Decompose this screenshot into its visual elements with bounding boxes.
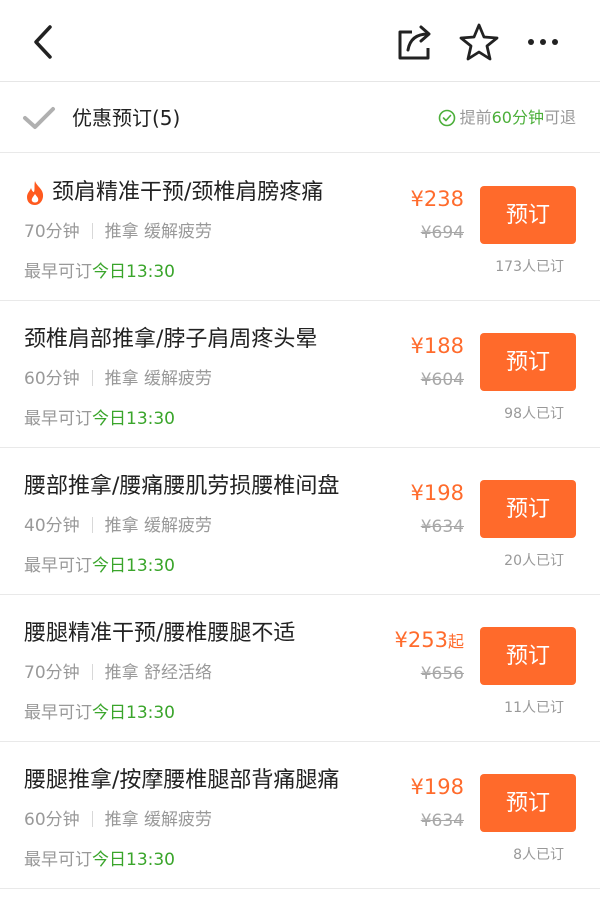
check-icon	[23, 107, 55, 129]
earliest-booking: 最早可订今日13:30	[24, 552, 175, 580]
meta-divider	[91, 517, 93, 533]
service-title-text: 颈椎肩部推拿/脖子肩周疼头晕	[24, 327, 318, 352]
service-title: 颈肩精准干预/颈椎肩膀疼痛	[24, 176, 323, 210]
service-meta: 70分钟 推拿 舒经活络	[24, 659, 212, 687]
top-navbar	[0, 0, 600, 82]
service-tags: 推拿 缓解疲劳	[104, 369, 213, 389]
current-price: ¥253起	[395, 625, 464, 657]
book-button[interactable]: 预订	[480, 627, 576, 685]
service-item[interactable]: 颈椎肩部推拿/脖子肩周疼头晕 60分钟 推拿 缓解疲劳 最早可订今日13:30 ¥…	[0, 301, 600, 448]
original-price: ¥604	[420, 370, 464, 390]
earliest-label: 最早可订	[24, 409, 92, 429]
service-title: 腰腿推拿/按摩腰椎腿部背痛腿痛	[24, 764, 339, 798]
service-title: 腰部推拿/腰痛腰肌劳损腰椎间盘	[24, 470, 339, 504]
book-button[interactable]: 预订	[480, 480, 576, 538]
more-dots-icon	[528, 39, 558, 45]
service-tags: 推拿 舒经活络	[104, 663, 213, 683]
book-button[interactable]: 预订	[480, 186, 576, 244]
service-tags: 推拿 缓解疲劳	[104, 516, 213, 536]
service-tags: 推拿 缓解疲劳	[104, 810, 213, 830]
original-price: ¥634	[420, 517, 464, 537]
earliest-booking: 最早可订今日13:30	[24, 258, 175, 286]
service-title-text: 腰腿推拿/按摩腰椎腿部背痛腿痛	[24, 768, 340, 793]
chevron-left-icon	[34, 25, 52, 59]
price-suffix: 起	[447, 632, 464, 651]
meta-divider	[91, 223, 93, 239]
price-value: ¥238	[410, 187, 464, 211]
refund-suffix: 可退	[543, 108, 576, 127]
book-button[interactable]: 预订	[480, 333, 576, 391]
price-value: ¥188	[410, 334, 464, 358]
favorite-button[interactable]	[456, 20, 502, 64]
meta-divider	[91, 811, 93, 827]
service-meta: 40分钟 推拿 缓解疲劳	[24, 512, 212, 540]
service-duration: 60分钟	[24, 369, 80, 389]
sold-count: 20人已订	[504, 553, 564, 569]
service-duration: 70分钟	[24, 663, 80, 683]
current-price: ¥198	[411, 478, 464, 510]
star-icon	[459, 23, 499, 61]
service-item[interactable]: 腰腿推拿/按摩腰椎腿部背痛腿痛 60分钟 推拿 缓解疲劳 最早可订今日13:30 …	[0, 742, 600, 889]
earliest-time: 今日13:30	[92, 850, 175, 870]
earliest-booking: 最早可订今日13:30	[24, 405, 175, 433]
share-button[interactable]	[392, 20, 438, 64]
price-value: ¥198	[410, 481, 464, 505]
earliest-label: 最早可订	[24, 850, 92, 870]
original-price: ¥694	[420, 223, 464, 243]
price-value: ¥198	[410, 775, 464, 799]
earliest-label: 最早可订	[24, 556, 92, 576]
fire-icon	[27, 181, 44, 205]
service-duration: 60分钟	[24, 810, 80, 830]
service-title: 颈椎肩部推拿/脖子肩周疼头晕	[24, 323, 317, 357]
service-duration: 40分钟	[24, 516, 80, 536]
earliest-time: 今日13:30	[92, 262, 175, 282]
more-button[interactable]	[520, 20, 566, 64]
service-duration: 70分钟	[24, 222, 80, 242]
original-price: ¥656	[420, 664, 464, 684]
service-item[interactable]: 颈肩精准干预/颈椎肩膀疼痛 70分钟 推拿 缓解疲劳 最早可订今日13:30 ¥2…	[0, 154, 600, 301]
sold-count: 8人已订	[513, 847, 564, 863]
service-title-text: 颈肩精准干预/颈椎肩膀疼痛	[52, 180, 324, 205]
service-title: 腰腿精准干预/腰椎腰腿不适	[24, 617, 295, 651]
sold-count: 98人已订	[504, 406, 564, 422]
earliest-label: 最早可订	[24, 703, 92, 723]
earliest-booking: 最早可订今日13:30	[24, 699, 175, 727]
refund-time: 60分钟	[491, 108, 544, 127]
back-button[interactable]	[26, 20, 66, 64]
earliest-time: 今日13:30	[92, 556, 175, 576]
service-title-text: 腰部推拿/腰痛腰肌劳损腰椎间盘	[24, 474, 340, 499]
current-price: ¥188	[411, 331, 464, 363]
sold-count: 173人已订	[495, 259, 564, 275]
current-price: ¥238	[411, 184, 464, 216]
discount-booking-header: 优惠预订(5) 提前 60分钟 可退	[0, 83, 600, 153]
current-price: ¥198	[411, 772, 464, 804]
sold-count: 11人已订	[504, 700, 564, 716]
refund-policy: 提前 60分钟 可退	[438, 105, 576, 131]
service-meta: 60分钟 推拿 缓解疲劳	[24, 806, 212, 834]
service-item[interactable]: 腰腿精准干预/腰椎腰腿不适 70分钟 推拿 舒经活络 最早可订今日13:30 ¥2…	[0, 595, 600, 742]
earliest-time: 今日13:30	[92, 409, 175, 429]
earliest-booking: 最早可订今日13:30	[24, 846, 175, 874]
refund-prefix: 提前	[459, 108, 492, 127]
service-meta: 70分钟 推拿 缓解疲劳	[24, 218, 212, 246]
price-value: ¥253	[394, 628, 448, 652]
meta-divider	[91, 370, 93, 386]
earliest-label: 最早可订	[24, 262, 92, 282]
meta-divider	[91, 664, 93, 680]
service-title-text: 腰腿精准干预/腰椎腰腿不适	[24, 621, 296, 646]
section-title: 优惠预订(5)	[72, 106, 181, 130]
book-button[interactable]: 预订	[480, 774, 576, 832]
original-price: ¥634	[420, 811, 464, 831]
share-icon	[398, 25, 431, 60]
service-item[interactable]: 腰部推拿/腰痛腰肌劳损腰椎间盘 40分钟 推拿 缓解疲劳 最早可订今日13:30 …	[0, 448, 600, 595]
service-tags: 推拿 缓解疲劳	[104, 222, 213, 242]
earliest-time: 今日13:30	[92, 703, 175, 723]
service-meta: 60分钟 推拿 缓解疲劳	[24, 365, 212, 393]
clock-check-icon	[438, 109, 455, 127]
